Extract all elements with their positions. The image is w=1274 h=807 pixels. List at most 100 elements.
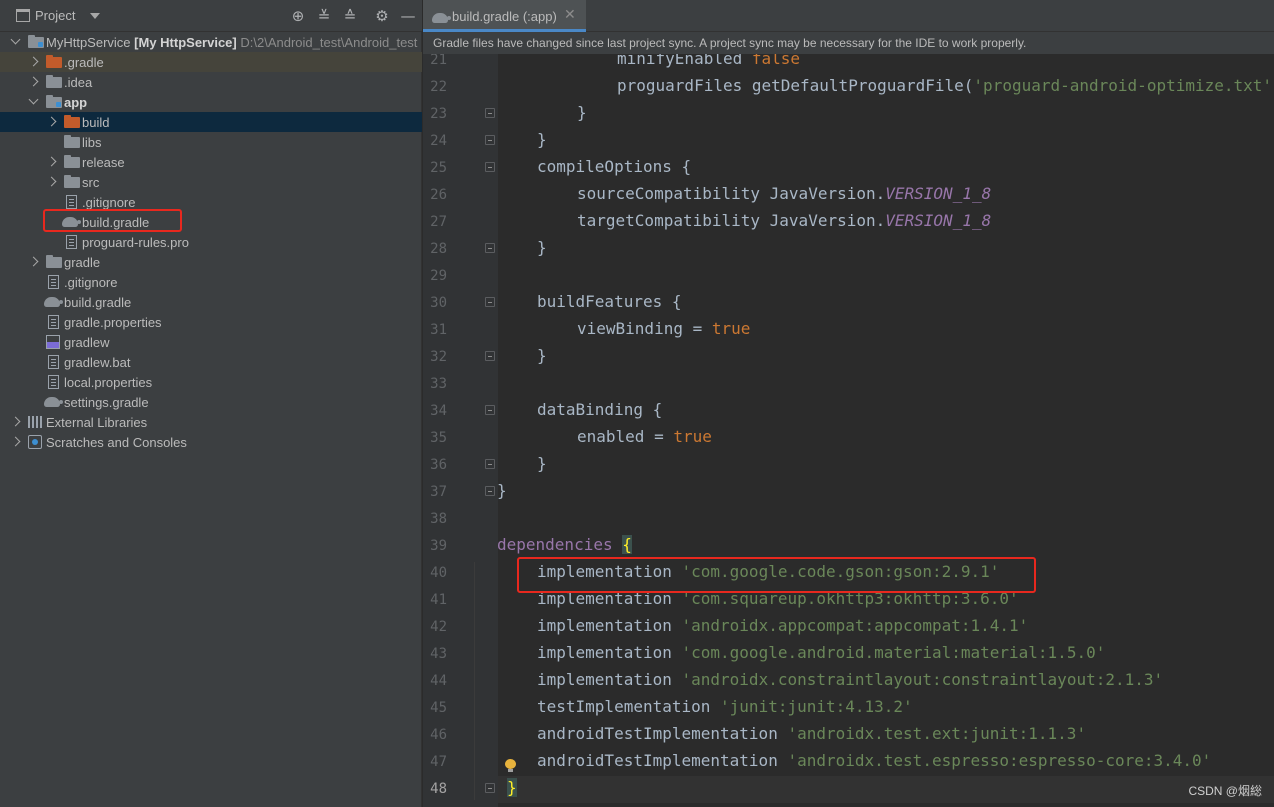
collapse-all-icon[interactable]: ≙	[342, 8, 358, 24]
expand-arrow-icon[interactable]	[10, 36, 22, 48]
tree-item-label: .idea	[64, 75, 93, 90]
tree-item-local-properties[interactable]: local.properties	[0, 372, 422, 392]
line-number: 26	[430, 187, 447, 203]
code-line: implementation 'com.google.android.mater…	[537, 643, 1106, 662]
collapse-arrow-icon[interactable]	[28, 256, 40, 268]
tree-item-gitignore-root[interactable]: .gitignore	[0, 272, 422, 292]
tree-item-myhttpservice[interactable]: MyHttpService [My HttpService] D:\2\Andr…	[0, 32, 422, 52]
file-icon	[66, 235, 77, 249]
scratch-icon	[28, 435, 42, 449]
highlight-box-build-gradle	[43, 209, 182, 232]
fold-marker-icon[interactable]	[485, 405, 495, 415]
tree-item-proguard-rules[interactable]: proguard-rules.pro	[0, 232, 422, 252]
code-line: }	[537, 238, 547, 257]
fold-marker-icon[interactable]	[485, 162, 495, 172]
tree-item-libs[interactable]: libs	[0, 132, 422, 152]
collapse-arrow-icon[interactable]	[46, 156, 58, 168]
fold-marker-icon[interactable]	[485, 459, 495, 469]
tree-item-external-libraries[interactable]: External Libraries	[0, 412, 422, 432]
fold-marker-icon[interactable]	[485, 297, 495, 307]
code-line: buildFeatures {	[537, 292, 682, 311]
project-panel: Project ⊕ ≚ ≙ ⚙ — MyHttpService [My Http…	[0, 0, 422, 807]
tree-item-label: settings.gradle	[64, 395, 149, 410]
gear-icon[interactable]: ⚙	[374, 8, 390, 24]
tab-build-gradle-app[interactable]: build.gradle (:app) ✕	[423, 0, 586, 32]
fold-marker-icon[interactable]	[485, 243, 495, 253]
tree-item-gradle-dir[interactable]: .gradle	[0, 52, 422, 72]
line-number: 22	[430, 79, 447, 95]
fold-marker-icon[interactable]	[485, 108, 495, 118]
tree-item-build-gradle-root[interactable]: build.gradle	[0, 292, 422, 312]
tree-item-idea[interactable]: .idea	[0, 72, 422, 92]
line-number: 33	[430, 376, 447, 392]
tree-item-label: build.gradle	[64, 295, 132, 310]
watermark: CSDN @烟総	[1188, 784, 1262, 798]
folder-icon	[46, 75, 62, 88]
collapse-arrow-icon[interactable]	[28, 76, 40, 88]
tree-item-label: build	[82, 115, 110, 130]
close-icon[interactable]: ✕	[564, 7, 576, 23]
editor: build.gradle (:app) ✕ Gradle files have …	[423, 0, 1274, 807]
tree-item-release[interactable]: release	[0, 152, 422, 172]
tree-item-src[interactable]: src	[0, 172, 422, 192]
tree-item-label: Scratches and Consoles	[46, 435, 187, 450]
collapse-arrow-icon[interactable]	[28, 56, 40, 68]
line-number: 30	[430, 295, 447, 311]
code-line: dependencies {	[497, 535, 632, 554]
tree-item-scratches[interactable]: Scratches and Consoles	[0, 432, 422, 452]
expand-arrow-icon[interactable]	[28, 96, 40, 108]
code-area[interactable]: 21 22 23 24 25 26 27 28 29 30 31 32 33 3…	[423, 54, 1274, 807]
line-number: 27	[430, 214, 447, 230]
line-number: 44	[430, 673, 447, 689]
lightbulb-icon[interactable]	[505, 759, 516, 772]
line-number: 39	[430, 538, 447, 554]
code-line: dataBinding {	[537, 400, 663, 419]
tree-item-build[interactable]: build	[0, 112, 422, 132]
tree-item-gradlew[interactable]: gradlew	[0, 332, 422, 352]
sync-notification-banner: Gradle files have changed since last pro…	[423, 32, 1274, 54]
crosshair-icon[interactable]: ⊕	[290, 8, 306, 24]
line-number: 29	[430, 268, 447, 284]
fold-marker-icon[interactable]	[485, 783, 495, 793]
tree-item-label: app	[64, 95, 88, 110]
tree-item-gradlew-bat[interactable]: gradlew.bat	[0, 352, 422, 372]
tree-item-label: src	[82, 175, 100, 190]
tree-item-label: gradle.properties	[64, 315, 162, 330]
tree-item-settings-gradle[interactable]: settings.gradle	[0, 392, 422, 412]
line-number: 43	[430, 646, 447, 662]
expand-all-icon[interactable]: ≚	[316, 8, 332, 24]
tree-item-gradle[interactable]: gradle	[0, 252, 422, 272]
fold-marker-icon[interactable]	[485, 135, 495, 145]
fold-marker-icon[interactable]	[485, 486, 495, 496]
caret-line-highlight	[498, 776, 1274, 803]
code-line: testImplementation 'junit:junit:4.13.2'	[537, 697, 913, 716]
tree-item-app[interactable]: app	[0, 92, 422, 112]
fold-marker-icon[interactable]	[485, 351, 495, 361]
collapse-arrow-icon[interactable]	[10, 436, 22, 448]
gradle-icon	[432, 13, 451, 23]
collapse-arrow-icon[interactable]	[46, 176, 58, 188]
tree-item-label: External Libraries	[46, 415, 148, 430]
project-panel-title[interactable]: Project	[35, 8, 75, 23]
collapse-arrow-icon[interactable]	[10, 416, 22, 428]
folder-module-icon	[28, 35, 44, 48]
highlight-box-gson-dependency	[517, 557, 1036, 593]
line-number: 28	[430, 241, 447, 257]
tree-item-label: local.properties	[64, 375, 153, 390]
tree-item-label: libs	[82, 135, 102, 150]
line-number: 42	[430, 619, 447, 635]
editor-tab-bar: build.gradle (:app) ✕	[423, 0, 1274, 32]
line-number: 23	[430, 106, 447, 122]
code-line: viewBinding = true	[577, 319, 751, 338]
folder-module-icon	[46, 95, 62, 108]
collapse-arrow-icon[interactable]	[46, 116, 58, 128]
code-line: minifyEnabled false	[617, 54, 801, 68]
chevron-down-icon[interactable]	[90, 13, 100, 19]
line-number: 40	[430, 565, 447, 581]
tree-item-gradle-properties[interactable]: gradle.properties	[0, 312, 422, 332]
properties-icon	[48, 375, 59, 389]
line-number: 38	[430, 511, 447, 527]
line-number: 35	[430, 430, 447, 446]
code-line: }	[577, 103, 587, 122]
minimize-icon[interactable]: —	[400, 8, 416, 24]
